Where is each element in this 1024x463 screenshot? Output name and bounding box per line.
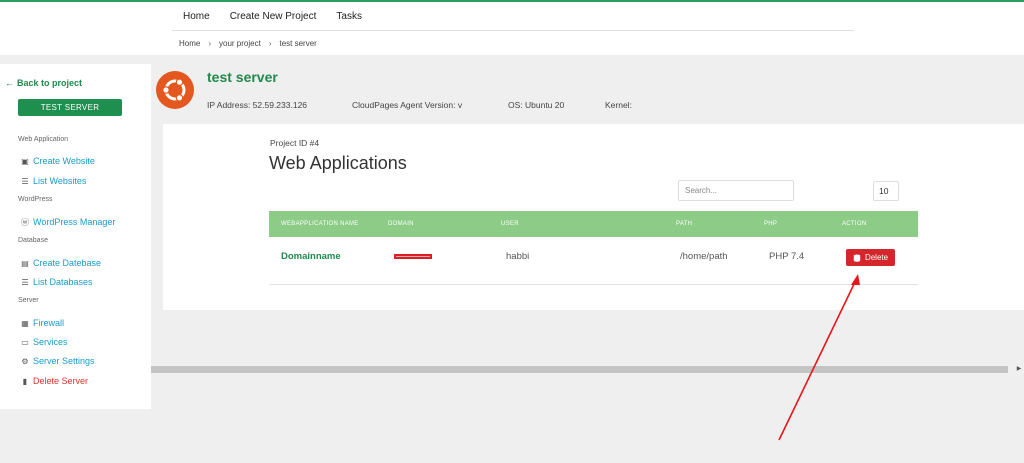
sidebar: ← Back to project TEST SERVER Web Applic…: [0, 64, 151, 409]
test-server-button[interactable]: TEST SERVER: [18, 99, 122, 116]
sidebar-item-label: Firewall: [33, 318, 65, 328]
webapp-php: PHP 7.4: [769, 251, 805, 262]
kernel-info: Kernel:: [605, 100, 632, 110]
column-header-path: PATH: [676, 221, 693, 227]
nav-tasks[interactable]: Tasks: [336, 11, 362, 22]
scroll-right-arrow-icon[interactable]: ▶: [1014, 365, 1024, 374]
sidebar-item-create-website[interactable]: ▣ Create Website: [21, 156, 95, 166]
firewall-icon: ▦: [21, 318, 29, 328]
sidebar-item-label: Delete Server: [33, 376, 89, 386]
os-info: OS: Ubuntu 20: [508, 100, 565, 110]
sidebar-item-label: List Databases: [33, 277, 93, 287]
sidebar-item-label: Create Datebase: [33, 258, 102, 268]
agent-version: CloudPages Agent Version: v: [352, 100, 463, 110]
breadcrumb-server: test server: [279, 39, 317, 48]
sidebar-item-services[interactable]: ▭ Services: [21, 337, 68, 347]
sidebar-item-label: List Websites: [33, 176, 87, 186]
sidebar-item-label: Create Website: [33, 156, 95, 166]
section-server: Server: [18, 297, 39, 304]
redacted-domain: [394, 254, 432, 259]
column-header-php: PHP: [764, 221, 778, 227]
sidebar-item-label: WordPress Manager: [33, 217, 116, 227]
delete-button[interactable]: Delete: [846, 249, 895, 266]
database-icon: ▤: [21, 258, 29, 268]
webapp-user: habbi: [506, 251, 530, 262]
top-navbar: Home Create New Project Tasks Home › you…: [0, 2, 1024, 55]
breadcrumb-home[interactable]: Home: [179, 39, 200, 48]
column-header-domain: DOMAIN: [388, 221, 414, 227]
gear-icon: ⚙: [21, 356, 29, 366]
arrow-left-icon: ←: [5, 78, 14, 88]
sidebar-item-delete-server[interactable]: ▮ Delete Server: [21, 376, 88, 386]
section-wordpress: WordPress: [18, 196, 53, 203]
column-header-action: ACTION: [842, 221, 867, 227]
ip-address: IP Address: 52.59.233.126: [207, 100, 308, 110]
nav-divider: [172, 30, 854, 31]
nav-create-project[interactable]: Create New Project: [230, 11, 317, 22]
sidebar-item-create-database[interactable]: ▤ Create Datebase: [21, 258, 101, 268]
breadcrumb-project[interactable]: your project: [219, 39, 261, 48]
webapp-path: /home/path: [680, 251, 728, 262]
ubuntu-logo-icon: [156, 71, 194, 109]
page-size-select[interactable]: 10: [873, 181, 899, 201]
wordpress-icon: ⓦ: [21, 217, 29, 227]
column-header-user: USER: [501, 221, 519, 227]
top-nav-menu: Home Create New Project Tasks: [183, 11, 362, 22]
back-to-project-label: Back to project: [17, 78, 83, 88]
page-title: Web Applications: [269, 153, 407, 173]
column-header-name: WEBAPPLICATION NAME: [281, 221, 359, 227]
section-web-application: Web Application: [18, 136, 69, 143]
trash-icon: ▮: [22, 376, 28, 386]
delete-button-label: Delete: [864, 253, 889, 262]
webapp-name-link[interactable]: Domainname: [281, 251, 341, 262]
breadcrumb-separator: ›: [208, 39, 212, 48]
sidebar-item-server-settings[interactable]: ⚙ Server Settings: [21, 356, 95, 366]
sidebar-item-label: Services: [33, 337, 68, 347]
sidebar-item-label: Server Settings: [33, 356, 95, 366]
list-icon: ☰: [21, 277, 29, 287]
table-row: Domainname habbi /home/path PHP 7.4 Dele…: [269, 237, 918, 285]
list-icon: ☰: [21, 176, 29, 186]
sidebar-item-firewall[interactable]: ▦ Firewall: [21, 318, 64, 328]
sidebar-item-wordpress-manager[interactable]: ⓦ WordPress Manager: [21, 217, 115, 227]
server-title: test server: [207, 69, 278, 85]
sidebar-item-list-websites[interactable]: ☰ List Websites: [21, 176, 86, 186]
breadcrumb-separator: ›: [268, 39, 272, 48]
project-id: Project ID #4: [270, 138, 320, 148]
section-database: Database: [18, 237, 48, 244]
search-input[interactable]: [678, 180, 794, 201]
nav-home[interactable]: Home: [183, 11, 210, 22]
window-icon: ▣: [21, 156, 29, 166]
breadcrumb: Home › your project › test server: [179, 39, 317, 48]
scrollbar-thumb[interactable]: [151, 366, 1008, 373]
services-icon: ▭: [21, 337, 29, 347]
sidebar-item-list-databases[interactable]: ☰ List Databases: [21, 277, 93, 287]
back-to-project-link[interactable]: ← Back to project: [5, 78, 82, 88]
table-header: WEBAPPLICATION NAME DOMAIN USER PATH PHP…: [269, 211, 918, 237]
database-icon: [853, 254, 861, 262]
